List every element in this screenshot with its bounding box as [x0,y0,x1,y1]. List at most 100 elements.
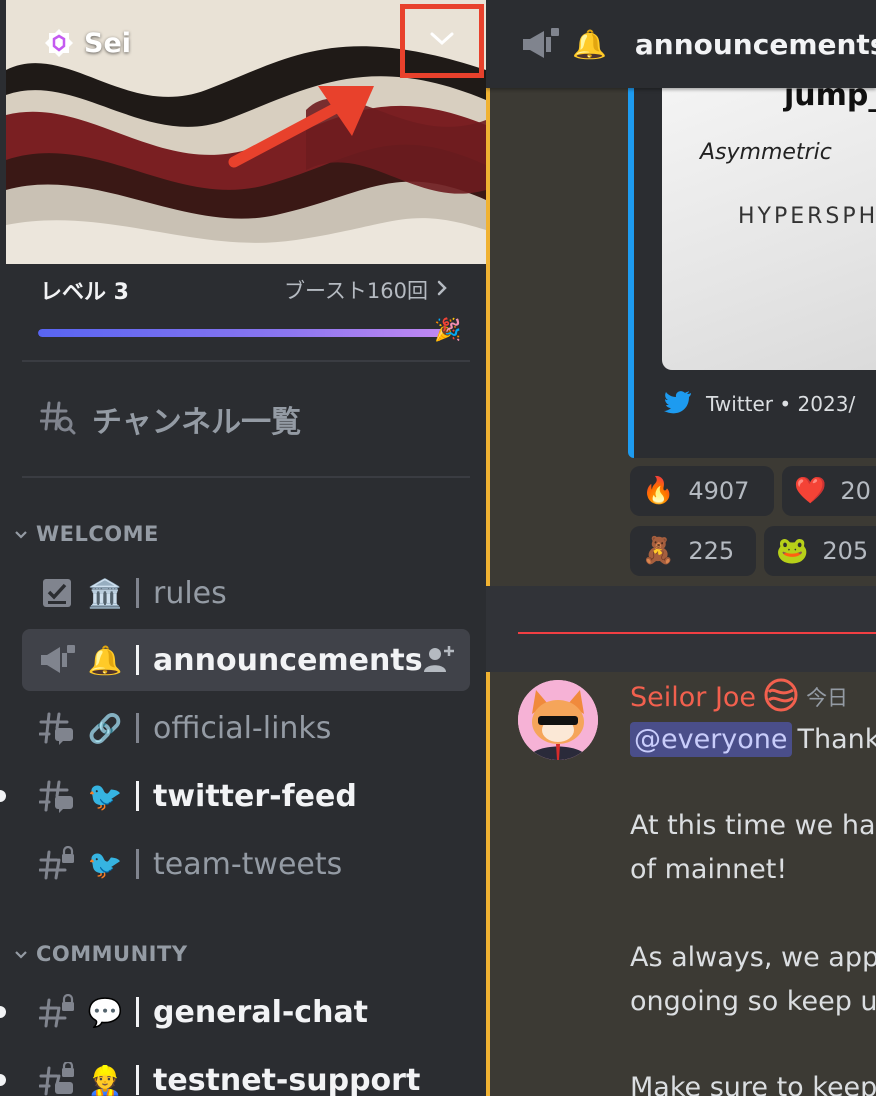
category-community[interactable]: COMMUNITY [14,939,188,969]
heart-emoji: ❤️ [794,476,827,506]
channel-official-links[interactable]: 🔗 official-links [22,697,470,759]
boost-progress-bar [38,329,450,337]
separator [136,645,139,675]
category-welcome[interactable]: WELCOME [14,519,159,549]
separator [136,997,139,1027]
browse-channels-icon [39,399,76,439]
chevron-right-icon [436,278,448,302]
locked-hash-icon [38,845,76,883]
separator [136,1065,139,1095]
unread-indicator [0,1074,6,1086]
create-invite-icon[interactable] [422,644,456,678]
channel-emoji: 🐦 [87,779,123,813]
channel-emoji: 👷 [87,1063,123,1096]
boost-count-link[interactable]: ブースト160回 [284,275,448,305]
twitter-bird-icon [664,390,692,418]
boost-level: レベル 3 [40,280,129,305]
announcement-icon [38,641,76,679]
embed-image[interactable]: jump_ Asymmetric HYPERSPH [662,88,876,370]
channel-emoji: 🐦 [87,847,123,881]
channel-rules[interactable]: 🏛️ rules [22,562,470,624]
category-label: COMMUNITY [36,942,188,966]
message-text: At this time we ha [630,810,876,841]
frog-emoji: 🐸 [776,536,809,566]
divider [22,360,470,362]
reaction-count: 20 [840,477,871,505]
rules-icon [38,574,76,612]
divider [22,476,470,478]
everyone-mention[interactable]: @everyone [630,722,792,757]
new-messages-divider [518,632,876,634]
fire-emoji: 🔥 [642,476,675,506]
message-text: Make sure to keep [630,1072,876,1096]
message-text: ongoing so keep u [630,986,876,1017]
channel-emoji: 🔔 [87,643,123,677]
server-banner[interactable]: Sei [6,0,486,264]
thread-hash-icon [38,709,76,747]
channel-name: rules [153,575,227,611]
chevron-down-icon [429,31,455,51]
reaction-button[interactable]: 🐸 205 [764,526,876,576]
separator [136,578,139,608]
avatar[interactable] [518,680,598,760]
locked-thread-icon [38,1061,76,1096]
channel-emoji: 💬 [87,995,123,1029]
boost-count: ブースト160回 [283,279,428,303]
locked-hash-icon [38,993,76,1031]
server-sidebar: Sei レベル 3 ブースト160回 🎉 チャンネル一覧 WELCOME 🏛️ … [0,0,486,1096]
role-icon [764,678,798,716]
channel-emoji: 🔗 [87,711,123,745]
browse-channels-label: チャンネル一覧 [92,405,302,440]
browse-channels-button[interactable]: チャンネル一覧 [39,394,302,444]
separator [136,781,139,811]
channel-emoji: 🏛️ [87,576,123,610]
partner-badge-icon [44,28,74,58]
boost-progress-row[interactable]: レベル 3 ブースト160回 [40,272,448,308]
channel-general-chat[interactable]: 💬 general-chat [22,981,470,1043]
message-text: of mainnet! [630,854,788,885]
party-popper-icon: 🎉 [434,318,462,343]
bear-emoji: 🧸 [642,536,675,566]
channel-name: official-links [153,710,332,746]
message-author[interactable]: Seilor Joe [630,682,756,713]
reaction-button[interactable]: ❤️ 20 [782,466,876,516]
boost-progress-fill [38,329,450,337]
thread-hash-icon [38,777,76,815]
embed-footer: Twitter • 2023/ [664,390,855,418]
reaction-count: 225 [688,537,735,565]
channel-name: twitter-feed [153,778,357,814]
channel-team-tweets[interactable]: 🐦 team-tweets [22,833,470,895]
channel-twitter-feed[interactable]: 🐦 twitter-feed [22,765,470,827]
separator [136,849,139,879]
embed-footer-text: Twitter • 2023/ [706,392,856,416]
annotation-arrow [228,86,374,168]
channel-testnet-support[interactable]: 👷 testnet-support [22,1049,470,1096]
separator [136,713,139,743]
embed-image-text: HYPERSPH [738,204,876,229]
message-line: @everyone Thank [630,722,876,757]
channel-announcements[interactable]: 🔔 announcements [22,629,470,691]
server-menu-button[interactable] [400,4,484,78]
channel-name: announcements [153,642,423,678]
unread-indicator [0,790,6,802]
message-header: Seilor Joe 今日 [630,678,848,716]
channel-name: team-tweets [153,846,343,882]
unread-indicator [0,1006,6,1018]
reaction-count: 4907 [688,477,750,505]
channel-name: general-chat [153,994,369,1030]
channel-emoji: 🔔 [572,27,607,61]
reaction-count: 205 [822,537,869,565]
chat-area: 🔔 announcements jump_ Asymmetric HYPERSP… [486,0,876,1096]
chevron-down-icon [14,525,28,544]
channel-title: announcements [634,27,876,61]
message-timestamp: 今日 [806,686,849,710]
message-text: Thank [797,724,876,755]
embed-image-text: jump_ [784,88,876,113]
channel-name: testnet-support [153,1062,421,1096]
channel-header: 🔔 announcements [486,0,876,88]
tweet-embed[interactable]: jump_ Asymmetric HYPERSPH Twitter • 2023… [628,88,876,458]
reaction-button[interactable]: 🔥 4907 [630,466,774,516]
category-label: WELCOME [36,522,159,546]
reaction-button[interactable]: 🧸 225 [630,526,756,576]
server-header[interactable]: Sei [44,24,131,62]
